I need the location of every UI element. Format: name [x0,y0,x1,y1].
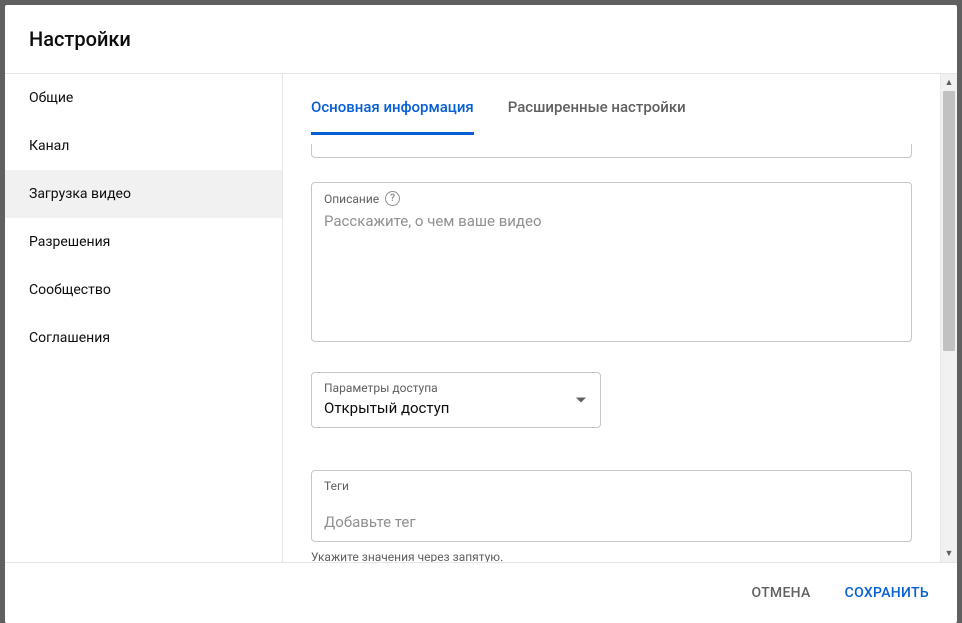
save-button[interactable]: СОХРАНИТЬ [841,577,933,609]
scrollbar-thumb[interactable] [943,91,955,351]
chevron-down-icon [576,398,586,403]
scroll-down-icon[interactable]: ▼ [941,545,957,562]
settings-dialog: Настройки Общие Канал Загрузка видео Раз… [5,5,957,623]
tabs: Основная информация Расширенные настройк… [311,74,912,136]
tags-field: Теги Укажите значения через запятую. [311,470,912,562]
scroll-up-icon[interactable]: ▲ [941,74,957,91]
sidebar-item-community[interactable]: Сообщество [5,266,282,314]
sidebar-item-general[interactable]: Общие [5,74,282,122]
title-field-stub[interactable] [311,144,912,158]
visibility-label: Параметры доступа [324,381,588,395]
visibility-value: Открытый доступ [324,399,588,417]
dialog-header: Настройки [5,5,957,74]
sidebar: Общие Канал Загрузка видео Разрешения Со… [5,74,283,562]
description-field[interactable]: Описание ? [311,182,912,342]
description-label-text: Описание [324,192,379,206]
dialog-body: Общие Канал Загрузка видео Разрешения Со… [5,74,957,562]
cancel-button[interactable]: ОТМЕНА [747,577,814,609]
sidebar-item-upload-video[interactable]: Загрузка видео [5,170,282,218]
tags-input-wrap[interactable]: Теги [311,470,912,542]
description-textarea[interactable] [324,212,899,320]
help-icon[interactable]: ? [385,191,400,206]
tab-advanced-settings[interactable]: Расширенные настройки [508,98,686,135]
dialog-footer: ОТМЕНА СОХРАНИТЬ [5,562,957,623]
tags-label: Теги [324,479,899,493]
scrollbar[interactable]: ▲ ▼ [940,74,957,562]
tab-basic-info[interactable]: Основная информация [311,98,474,135]
visibility-select[interactable]: Параметры доступа Открытый доступ [311,372,601,428]
tags-input[interactable] [324,513,899,531]
sidebar-item-agreements[interactable]: Соглашения [5,314,282,362]
content-wrap: Основная информация Расширенные настройк… [283,74,957,562]
sidebar-item-permissions[interactable]: Разрешения [5,218,282,266]
content: Основная информация Расширенные настройк… [283,74,940,562]
description-label: Описание ? [324,191,899,206]
dialog-title: Настройки [29,27,933,51]
tags-hint: Укажите значения через запятую. [311,550,912,562]
sidebar-item-channel[interactable]: Канал [5,122,282,170]
